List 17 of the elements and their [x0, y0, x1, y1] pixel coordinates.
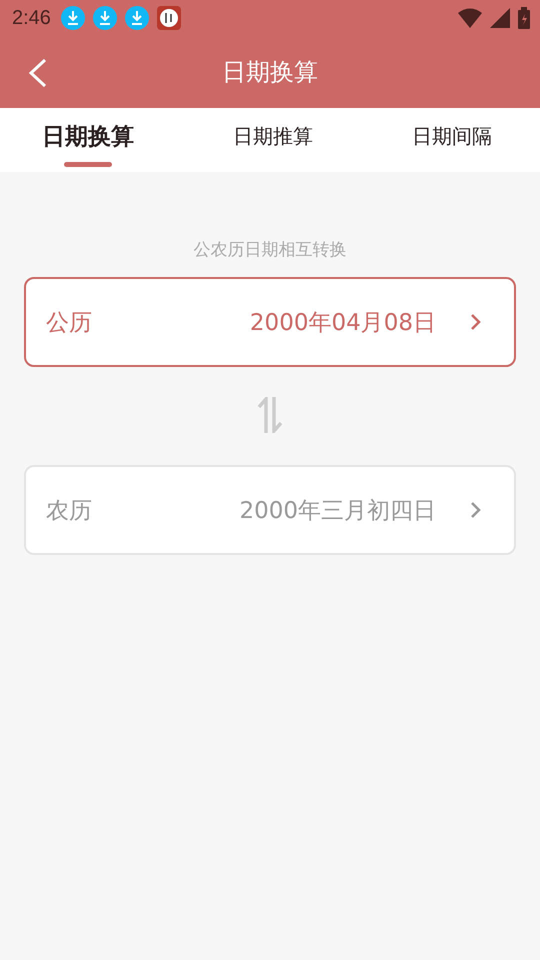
- tab[interactable]: 日期推算: [233, 116, 313, 172]
- back-icon[interactable]: [26, 58, 48, 88]
- download-icon: [124, 6, 149, 30]
- tab[interactable]: 日期间隔: [412, 116, 492, 172]
- date-card[interactable]: 公历 2000年04月08日: [24, 277, 516, 367]
- download-icon: [60, 6, 85, 30]
- page-title: 日期换算: [222, 57, 318, 88]
- chevron-icon: [470, 313, 482, 331]
- app-icon: [156, 6, 181, 30]
- subtitle: 公农历日期相互转换: [192, 239, 348, 261]
- status-time: 2:46: [12, 6, 51, 30]
- download-icon: [92, 6, 117, 30]
- battery-icon: [518, 7, 530, 29]
- chevron-icon: [470, 501, 482, 519]
- tab[interactable]: 日期换算: [42, 116, 134, 172]
- wifi-icon: [458, 8, 482, 28]
- signal-icon: [490, 8, 510, 28]
